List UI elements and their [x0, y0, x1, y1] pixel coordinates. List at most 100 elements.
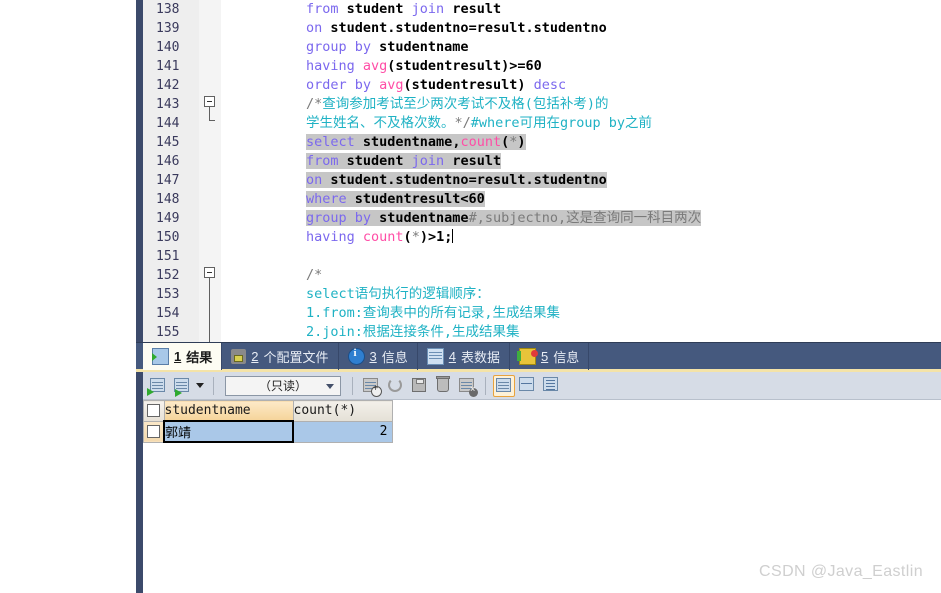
code-line[interactable]: group by studentname — [306, 38, 469, 57]
line-number: 140 — [156, 40, 180, 55]
result-grid[interactable]: studentname count(*) 郭靖 2 — [143, 400, 393, 443]
code-token: ( — [403, 229, 412, 245]
code-token: on — [306, 20, 323, 36]
cell-studentname[interactable]: 郭靖 — [163, 420, 294, 443]
code-line[interactable]: select studentname,count(*) — [306, 133, 526, 152]
code-token: select语句执行的逻辑顺序： — [306, 286, 490, 302]
line-number: 141 — [156, 59, 180, 74]
line-number: 152 — [156, 268, 180, 283]
results-tab-5[interactable]: 5 信息 — [510, 343, 590, 370]
code-line[interactable]: on student.studentno=result.studentno — [306, 19, 607, 38]
results-tab-label: 信息 — [381, 350, 408, 365]
insert-record-variant-icon[interactable] — [171, 375, 193, 397]
line-number: 144 — [156, 116, 180, 131]
line-number: 149 — [156, 211, 180, 226]
form-view-button[interactable] — [517, 375, 539, 397]
code-token: student.studentno=result.studentno — [322, 172, 607, 188]
profile-icon — [231, 349, 247, 364]
code-line[interactable]: 学生姓名、不及格次数。*/#where可用在group by之前 — [306, 114, 652, 133]
code-line[interactable]: from student join result — [306, 0, 501, 19]
code-token: select — [306, 134, 355, 150]
refresh-icon[interactable] — [384, 375, 406, 397]
result-grid-header-row: studentname count(*) — [143, 400, 393, 422]
code-token: * — [411, 229, 420, 245]
code-token: count — [460, 134, 502, 150]
code-token: result — [444, 153, 502, 169]
results-tab-label: 表数据 — [460, 350, 500, 365]
code-token: on — [306, 172, 323, 188]
code-line[interactable]: having count(*)>1; — [306, 228, 454, 247]
select-all-checkbox[interactable] — [147, 404, 161, 418]
code-token: studentresult<60 — [346, 191, 485, 207]
select-all-checkbox-cell[interactable] — [143, 400, 165, 422]
column-header-count[interactable]: count(*) — [292, 400, 393, 422]
sql-editor[interactable]: 138 139 140 141 142 143 144 145 146 147 148 149 150 1… — [136, 0, 941, 342]
table-row[interactable]: 郭靖 2 — [143, 420, 393, 443]
code-token: ( — [501, 134, 510, 150]
code-folding-column[interactable] — [199, 0, 222, 342]
code-line[interactable]: select语句执行的逻辑顺序： — [306, 285, 490, 304]
code-token: )>1; — [419, 229, 453, 245]
code-token: avg — [379, 77, 404, 93]
code-line[interactable]: from student join result — [306, 152, 502, 171]
results-toolbar: （只读） — [143, 372, 941, 400]
line-number: 146 — [156, 154, 180, 169]
fold-toggle-icon-143[interactable] — [204, 96, 215, 107]
info-icon — [347, 347, 365, 365]
row-checkbox-cell[interactable] — [143, 420, 165, 443]
code-line[interactable]: order by avg(studentresult) desc — [306, 76, 566, 95]
results-tab-3[interactable]: 3 信息 — [339, 343, 418, 370]
code-line[interactable]: where studentresult<60 — [306, 190, 485, 209]
line-number: 155 — [156, 325, 180, 340]
row-checkbox[interactable] — [147, 425, 160, 438]
fold-toggle-icon-152[interactable] — [204, 267, 215, 278]
code-line[interactable]: group by studentname#,subjectno,这是查询同一科目… — [306, 209, 702, 228]
results-tab-2[interactable]: 2 个配置文件 — [222, 343, 339, 370]
line-number: 151 — [156, 249, 180, 264]
code-text-area[interactable]: from student join result on student.stude… — [221, 0, 941, 342]
results-tab-label: 结果 — [186, 350, 213, 365]
text-view-button[interactable] — [541, 375, 563, 397]
code-token: (studentresult)>=60 — [387, 58, 542, 74]
code-token: studentname — [371, 210, 469, 226]
code-token: student.studentno=result.studentno — [322, 20, 607, 36]
results-tab-1[interactable]: 1 结果 — [143, 343, 223, 370]
code-token: student — [338, 153, 412, 169]
cancel-changes-icon[interactable] — [456, 375, 478, 397]
grid-view-button[interactable] — [493, 374, 515, 397]
code-line[interactable]: /*查询参加考试至少两次考试不及格(包括补考)的 — [306, 95, 609, 114]
insert-record-dropdown-icon[interactable] — [196, 383, 204, 388]
code-token: join — [411, 1, 445, 17]
results-tab-number: 3 — [369, 349, 377, 364]
column-header-studentname[interactable]: studentname — [163, 400, 294, 422]
insert-record-icon[interactable] — [147, 375, 169, 397]
toolbar-separator-2 — [352, 376, 353, 395]
save-icon[interactable] — [408, 375, 430, 397]
code-line[interactable]: 2.join:根据连接条件,生成结果集 — [306, 323, 520, 342]
toolbar-separator-3 — [485, 376, 486, 395]
code-line[interactable]: /* — [306, 266, 322, 285]
delete-record-icon[interactable] — [432, 375, 454, 397]
code-token: order by — [306, 77, 380, 93]
results-tab-label: 个配置文件 — [263, 350, 329, 365]
code-line[interactable]: on student.studentno=result.studentno — [306, 171, 607, 190]
code-token: studentname — [371, 39, 469, 55]
code-token: count — [362, 229, 404, 245]
line-number: 139 — [156, 21, 180, 36]
code-token: ) — [517, 134, 526, 150]
code-line[interactable]: having avg(studentresult)>=60 — [306, 57, 542, 76]
results-left-edge-strip — [136, 342, 143, 593]
code-token: /* — [306, 96, 323, 112]
code-token: #where可用在group by之前 — [470, 115, 653, 131]
readonly-mode-select[interactable]: （只读） — [225, 375, 341, 396]
results-tab-number: 4 — [448, 349, 456, 364]
fold-range-line-143 — [209, 107, 210, 120]
chevron-down-icon — [326, 383, 334, 389]
results-tab-4[interactable]: 4 表数据 — [418, 343, 510, 370]
results-tab-label: 信息 — [553, 350, 580, 365]
add-record-icon[interactable] — [360, 375, 382, 397]
editor-left-edge-strip — [136, 0, 143, 342]
cell-count[interactable]: 2 — [292, 420, 393, 443]
code-line[interactable]: 1.from:查询表中的所有记录,生成结果集 — [306, 304, 560, 323]
line-number: 143 — [156, 97, 180, 112]
